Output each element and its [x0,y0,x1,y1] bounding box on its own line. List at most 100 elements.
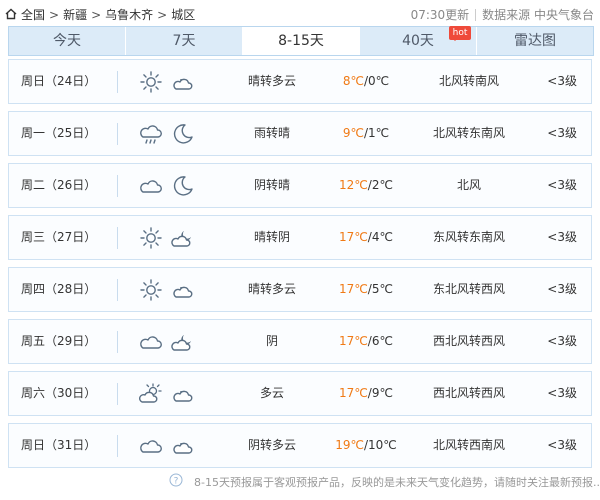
wind-direction: 北风转南风 [438,74,499,88]
tab-8-15-days[interactable]: 8-15天 [243,27,360,55]
wind-level: <3级 [547,282,577,296]
temperature: 8℃/0℃ [331,60,401,103]
update-time: 07:30更新 [410,8,470,22]
data-source: 07:30更新 数据来源 中央气象台 [411,6,594,23]
divider [117,123,118,145]
temperature: 9℃/1℃ [331,112,401,155]
high-temperature: 9℃ [342,126,364,140]
top-bar: 全国 > 新疆 > 乌鲁木齐 > 城区 07:30更新 数据来源 中央气象台 [0,0,600,26]
tab-40-days-label: 40天 [402,33,434,49]
forecast-day: 周六（30日） [21,386,97,400]
temperature: 12℃/2℃ [331,164,401,207]
wind-level: <3级 [547,438,577,452]
wind-level: <3级 [547,74,577,88]
help-icon[interactable]: ? [169,473,183,487]
wind-level: <3级 [547,334,577,348]
moon-icon [171,122,195,146]
overcast-icon [139,330,163,354]
divider [117,383,118,405]
weather-description: 阴 [265,334,278,348]
weather-description: 晴转多云 [247,74,296,88]
low-temperature: /5℃ [367,282,393,296]
tab-today[interactable]: 今天 [9,27,126,55]
wind-level: <3级 [547,386,577,400]
weather-description: 阴转晴 [253,178,290,192]
temperature: 17℃/6℃ [331,320,401,363]
wind-level: <3级 [547,230,577,244]
forecast-day: 周二（26日） [21,178,97,192]
wind-direction: 北风转东南风 [432,126,505,140]
tab-radar[interactable]: 雷达图 [477,27,593,55]
low-temperature: /6℃ [367,334,393,348]
breadcrumb-item-country[interactable]: 全国 [21,6,45,23]
forecast-row: 周六（30日） 多云 17℃/9℃ 西北风转西风 <3级 [8,371,592,416]
low-temperature: /1℃ [363,126,390,140]
weather-description: 晴转阴 [253,230,290,244]
cloudy-night-icon [171,70,195,94]
forecast-day: 周日（24日） [21,74,97,88]
forecast-row: 周五（29日） 阴 17℃/6℃ 西北风转西风 <3级 [8,319,592,364]
wind-direction: 东北风转西风 [432,282,505,296]
breadcrumb: 全国 > 新疆 > 乌鲁木齐 > 城区 [5,6,195,23]
breadcrumb-item-province[interactable]: 新疆 [63,6,87,23]
partly-cloudy-night-icon [171,226,195,250]
low-temperature: /2℃ [367,178,393,192]
temperature: 17℃/4℃ [331,216,401,259]
tab-40-days[interactable]: 40天 hot [360,26,477,55]
forecast-tabs: 今天 7天 8-15天 40天 hot 雷达图 [8,26,594,56]
low-temperature: /10℃ [363,438,397,452]
divider [117,279,118,301]
breadcrumb-item-district: 城区 [171,8,196,22]
forecast-row: 周日（24日） 晴转多云 8℃/0℃ 北风转南风 <3级 [8,59,592,104]
forecast-row: 周四（28日） 晴转多云 17℃/5℃ 东北风转西风 <3级 [8,267,592,312]
divider [475,9,477,21]
low-temperature: /4℃ [367,230,393,244]
high-temperature: 17℃ [339,386,368,400]
forecast-row: 周日（31日） 阴转多云 19℃/10℃ 北风转西南风 <3级 [8,423,592,468]
weather-description: 晴转多云 [247,282,296,296]
overcast-icon [139,434,163,458]
forecast-row: 周一（25日） 雨转晴 9℃/1℃ 北风转东南风 <3级 [8,111,592,156]
breadcrumb-separator: > [91,8,102,22]
wind-level: <3级 [547,178,577,192]
divider [117,331,118,353]
sunny-icon [139,226,163,250]
breadcrumb-separator: > [49,8,60,22]
temperature: 19℃/10℃ [331,424,401,467]
wind-direction: 西北风转西风 [432,386,505,400]
wind-level: <3级 [547,126,577,140]
breadcrumb-item-city[interactable]: 乌鲁木齐 [105,6,153,23]
high-temperature: 12℃ [339,178,368,192]
partly-cloudy-day-icon [139,382,163,406]
high-temperature: 17℃ [339,334,368,348]
high-temperature: 17℃ [339,282,368,296]
forecast-row: 周三（27日） 晴转阴 17℃/4℃ 东风转东南风 <3级 [8,215,592,260]
forecast-day: 周日（31日） [21,438,97,452]
high-temperature: 8℃ [342,74,364,88]
wind-direction: 北风 [456,178,481,192]
cloudy-night-icon [171,278,195,302]
home-icon[interactable] [5,8,17,23]
wind-direction: 东风转东南风 [432,230,505,244]
divider [117,175,118,197]
weather-description: 雨转晴 [253,126,290,140]
rain-icon [139,122,163,146]
cloudy-night-icon [171,434,195,458]
wind-direction: 北风转西南风 [432,438,505,452]
sunny-icon [139,278,163,302]
forecast-day: 周五（29日） [21,334,97,348]
divider [117,227,118,249]
forecast-list: 周日（24日） 晴转多云 8℃/0℃ 北风转南风 <3级 周一（25日） 雨转晴 9℃/1℃ 北… [8,59,592,475]
high-temperature: 19℃ [335,438,364,452]
wind-direction: 西北风转西风 [432,334,505,348]
svg-text:?: ? [174,477,179,487]
tab-7-days[interactable]: 7天 [126,27,243,55]
forecast-day: 周一（25日） [21,126,97,140]
forecast-row: 周二（26日） 阴转晴 12℃/2℃ 北风 <3级 [8,163,592,208]
forecast-day: 周三（27日） [21,230,97,244]
forecast-day: 周四（28日） [21,282,97,296]
hot-badge: hot [449,26,471,41]
weather-description: 阴转多云 [247,438,296,452]
cloudy-night-icon [171,382,195,406]
weather-description: 多云 [259,386,284,400]
